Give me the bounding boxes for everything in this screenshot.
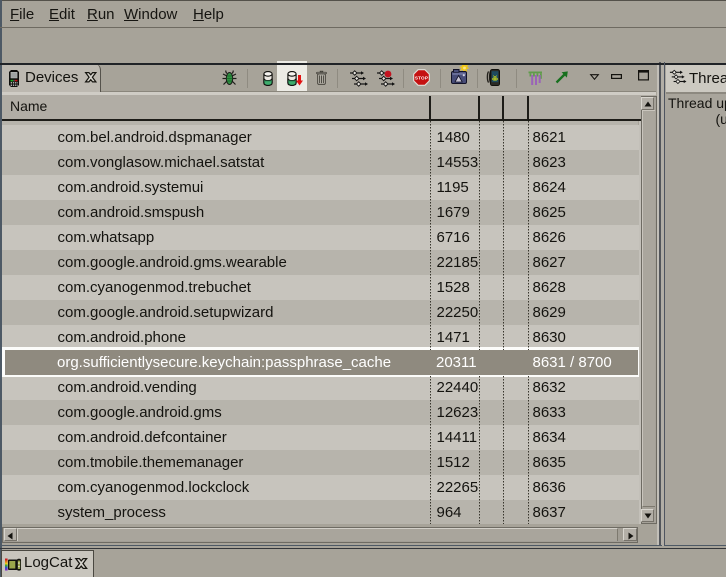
svg-text:STOP: STOP [415,75,428,80]
